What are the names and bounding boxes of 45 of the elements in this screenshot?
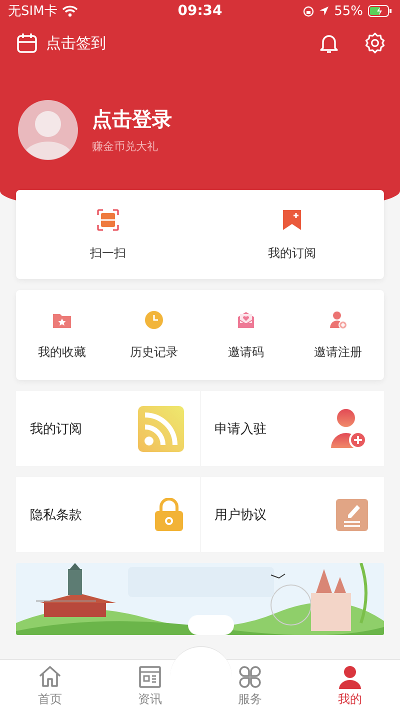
- tab-button[interactable]: 服务: [200, 660, 300, 710]
- settings-icon[interactable]: [364, 32, 386, 54]
- battery-icon: [368, 5, 392, 17]
- profile-subtitle: 赚金币兑大礼: [92, 139, 159, 154]
- scan-icon: [96, 208, 120, 232]
- person-icon: [337, 664, 363, 690]
- tile-label: 用户协议: [214, 506, 266, 524]
- clock-text: 09:34: [178, 3, 222, 19]
- home-icon: [37, 664, 63, 690]
- shortcut-button[interactable]: 我的收藏: [16, 290, 108, 380]
- lock-rotation-icon: [303, 6, 314, 16]
- tile-label: 隐私条款: [30, 506, 82, 524]
- quick-action-button[interactable]: 扫一扫: [16, 190, 200, 279]
- shortcut-button[interactable]: 邀请注册: [292, 290, 384, 380]
- calendar-icon: [16, 32, 38, 54]
- menu-tile[interactable]: 用户协议: [200, 477, 384, 552]
- quick-action-button[interactable]: 我的订阅: [200, 190, 384, 279]
- bookmark-icon: [280, 208, 304, 232]
- envelope-heart-icon: [236, 310, 256, 330]
- menu-tile[interactable]: 我的订阅: [16, 391, 200, 466]
- tab-button[interactable]: 我的: [300, 660, 400, 710]
- wifi-icon: [62, 5, 78, 17]
- four-petal-icon: [237, 664, 263, 690]
- shortcut-button[interactable]: 历史记录: [108, 290, 200, 380]
- newspaper-icon: [137, 664, 163, 690]
- tab-button[interactable]: 首页: [0, 660, 100, 710]
- tile-label: 我的订阅: [30, 420, 82, 438]
- menu-tile[interactable]: 隐私条款: [16, 477, 200, 552]
- bell-icon[interactable]: [318, 32, 340, 54]
- location-arrow-icon: [319, 6, 330, 16]
- tab-button[interactable]: 资讯: [100, 660, 200, 710]
- rss-icon: [138, 406, 184, 452]
- tile-label: 申请入驻: [214, 420, 266, 438]
- check-in-button[interactable]: 点击签到: [16, 32, 106, 54]
- padlock-icon: [154, 498, 184, 532]
- person-plus-icon: [330, 408, 368, 450]
- shortcut-button[interactable]: 邀请码: [200, 290, 292, 380]
- note-pen-icon: [336, 498, 368, 530]
- menu-tile[interactable]: 申请入驻: [200, 391, 384, 466]
- carrier-text: 无SIM卡: [8, 3, 58, 20]
- person-plus-icon: [328, 310, 348, 330]
- login-link[interactable]: 点击登录: [92, 106, 172, 133]
- battery-percent-text: 55%: [334, 4, 364, 18]
- avatar-icon: [18, 100, 78, 160]
- clock-icon: [144, 310, 164, 330]
